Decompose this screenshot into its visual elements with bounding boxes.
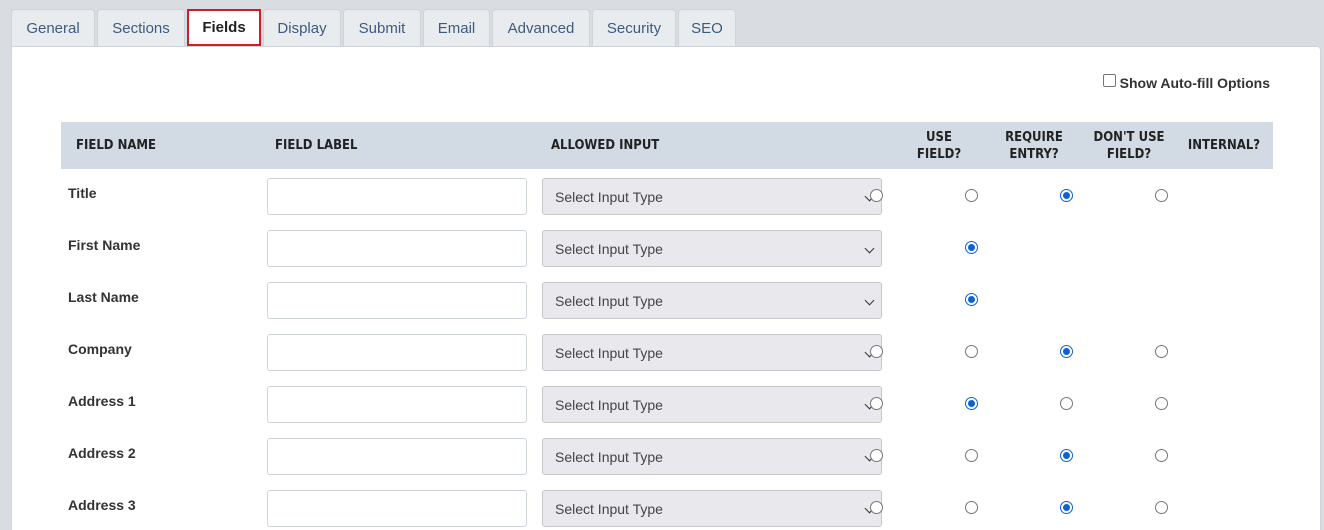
input-type-select-address-1[interactable]: Select Input Type (542, 386, 882, 423)
tab-fields[interactable]: Fields (187, 9, 261, 46)
radio-require-address-1[interactable] (965, 397, 978, 410)
input-type-value: Select Input Type (555, 240, 663, 257)
tab-general[interactable]: General (11, 9, 95, 46)
tab-display[interactable]: Display (263, 9, 341, 46)
radio-use-title[interactable] (870, 189, 883, 202)
autofill-label: Show Auto-fill Options (1119, 75, 1270, 91)
table-row: Last Name Select Input Type (61, 273, 1273, 325)
input-type-value: Select Input Type (555, 344, 663, 361)
header-require-entry: REQUIRE ENTRY? (984, 122, 1084, 169)
autofill-checkbox[interactable] (1102, 73, 1116, 87)
radio-use-address-2[interactable] (870, 449, 883, 462)
radio-dontuse-company[interactable] (1060, 345, 1073, 358)
fields-panel: Show Auto-fill Options FIELD NAME FIELD … (11, 46, 1321, 530)
table-row: Address 3 Select Input Type (61, 481, 1273, 530)
input-type-select-address-2[interactable]: Select Input Type (542, 438, 882, 475)
radio-internal-address-3[interactable] (1155, 501, 1168, 514)
header-allowed-input: ALLOWED INPUT (551, 138, 660, 153)
table-header: FIELD NAME FIELD LABEL ALLOWED INPUT USE… (61, 122, 1273, 169)
field-name-address-1: Address 1 (68, 393, 136, 409)
radio-dontuse-title[interactable] (1060, 189, 1073, 202)
input-type-value: Select Input Type (555, 396, 663, 413)
input-type-value: Select Input Type (555, 188, 663, 205)
chevron-down-icon (864, 295, 875, 306)
tab-sections[interactable]: Sections (97, 9, 185, 46)
field-name-last-name: Last Name (68, 289, 139, 305)
header-require-line1: REQUIRE (1005, 129, 1063, 145)
table-row: Title Select Input Type (61, 169, 1273, 221)
radio-dontuse-address-1[interactable] (1060, 397, 1073, 410)
field-label-input-address-1[interactable] (267, 386, 527, 423)
radio-internal-address-2[interactable] (1155, 449, 1168, 462)
header-internal: INTERNAL? (1187, 138, 1261, 153)
radio-require-title[interactable] (965, 189, 978, 202)
table-row: Address 2 Select Input Type (61, 429, 1273, 481)
header-dont-use-line2: FIELD? (1106, 146, 1152, 162)
header-require-line2: ENTRY? (1009, 146, 1059, 162)
field-label-input-last-name[interactable] (267, 282, 527, 319)
input-type-select-last-name[interactable]: Select Input Type (542, 282, 882, 319)
radio-use-address-1[interactable] (870, 397, 883, 410)
field-label-input-address-3[interactable] (267, 490, 527, 527)
chevron-down-icon (864, 243, 875, 254)
header-use-field-line1: USE (926, 129, 952, 145)
field-label-input-address-2[interactable] (267, 438, 527, 475)
tab-security[interactable]: Security (592, 9, 676, 46)
radio-internal-company[interactable] (1155, 345, 1168, 358)
radio-dontuse-address-3[interactable] (1060, 501, 1073, 514)
radio-internal-title[interactable] (1155, 189, 1168, 202)
field-name-address-3: Address 3 (68, 497, 136, 513)
field-name-first-name: First Name (68, 237, 141, 253)
header-field-label: FIELD LABEL (275, 138, 358, 153)
radio-require-first-name[interactable] (965, 241, 978, 254)
input-type-select-address-3[interactable]: Select Input Type (542, 490, 882, 527)
input-type-value: Select Input Type (555, 448, 663, 465)
input-type-value: Select Input Type (555, 500, 663, 517)
field-name-title: Title (68, 185, 97, 201)
input-type-select-first-name[interactable]: Select Input Type (542, 230, 882, 267)
radio-dontuse-address-2[interactable] (1060, 449, 1073, 462)
radio-internal-address-1[interactable] (1155, 397, 1168, 410)
table-row: Company Select Input Type (61, 325, 1273, 377)
header-use-field-line2: FIELD? (916, 146, 962, 162)
input-type-value: Select Input Type (555, 292, 663, 309)
tab-email[interactable]: Email (423, 9, 490, 46)
header-field-name: FIELD NAME (76, 138, 157, 153)
header-dont-use-line1: DON'T USE (1093, 129, 1165, 145)
header-use-field: USE FIELD? (889, 122, 989, 169)
tab-seo[interactable]: SEO (678, 9, 736, 46)
field-name-address-2: Address 2 (68, 445, 136, 461)
table-row: First Name Select Input Type (61, 221, 1273, 273)
field-label-input-first-name[interactable] (267, 230, 527, 267)
tab-advanced[interactable]: Advanced (492, 9, 590, 46)
autofill-option[interactable]: Show Auto-fill Options (1102, 73, 1270, 91)
tab-submit[interactable]: Submit (343, 9, 421, 46)
field-name-company: Company (68, 341, 132, 357)
tab-bar: General Sections Fields Display Submit Email A… (11, 9, 736, 47)
radio-require-address-3[interactable] (965, 501, 978, 514)
header-dont-use-field: DON'T USE FIELD? (1079, 122, 1179, 169)
radio-use-address-3[interactable] (870, 501, 883, 514)
field-label-input-company[interactable] (267, 334, 527, 371)
input-type-select-title[interactable]: Select Input Type (542, 178, 882, 215)
radio-require-last-name[interactable] (965, 293, 978, 306)
radio-require-company[interactable] (965, 345, 978, 358)
field-label-input-title[interactable] (267, 178, 527, 215)
radio-use-company[interactable] (870, 345, 883, 358)
table-row: Address 1 Select Input Type (61, 377, 1273, 429)
radio-require-address-2[interactable] (965, 449, 978, 462)
input-type-select-company[interactable]: Select Input Type (542, 334, 882, 371)
